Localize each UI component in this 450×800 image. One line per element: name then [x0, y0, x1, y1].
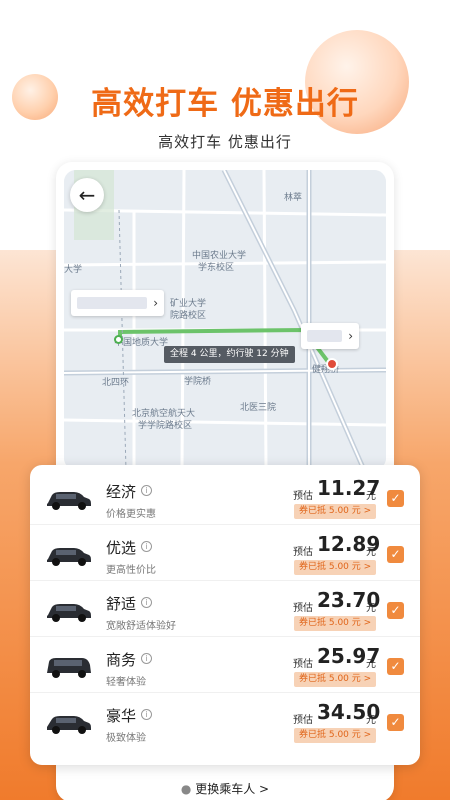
- end-location-box[interactable]: ›: [301, 323, 359, 349]
- hero-subline: 高效打车 优惠出行: [158, 133, 292, 151]
- coupon-badge[interactable]: 券已抵 5.00 元 >: [294, 560, 377, 575]
- ride-option-luxury[interactable]: 豪华 i 极致体验 预估 34.50 元 券已抵 5.00 元 > ✓: [30, 693, 420, 749]
- price-unit: 元: [366, 603, 376, 614]
- chevron-right-icon: ›: [153, 296, 158, 310]
- ride-checkbox[interactable]: ✓: [387, 658, 404, 675]
- ride-name: 舒适: [106, 595, 137, 613]
- map-label: 大学: [64, 265, 83, 275]
- map-label: 林萃: [284, 193, 303, 203]
- map-label: 学院桥: [184, 377, 212, 387]
- hero-headline: 高效打车 优惠出行: [91, 86, 359, 122]
- user-icon: ●: [180, 782, 192, 796]
- ride-option-economy[interactable]: 经济 i 价格更实惠 预估 11.27 元 券已抵 5.00 元 > ✓: [30, 469, 420, 525]
- ride-desc: 价格更实惠: [106, 509, 156, 520]
- ride-desc: 宽敞舒适体验好: [106, 621, 176, 632]
- price-unit: 元: [366, 547, 376, 558]
- route-summary: 全程 4 公里，约行驶 12 分钟: [164, 346, 295, 363]
- change-passenger-link[interactable]: ● 更换乘车人 >: [0, 780, 450, 797]
- info-icon[interactable]: i: [141, 653, 152, 664]
- estimate-label: 预估: [293, 659, 313, 670]
- ride-name: 豪华: [106, 707, 137, 725]
- map-label: 北四环: [102, 378, 130, 388]
- info-icon[interactable]: i: [141, 541, 152, 552]
- car-icon: [47, 716, 91, 734]
- ride-name: 优选: [106, 539, 137, 557]
- map-label: 北医三院: [240, 403, 277, 413]
- ride-option-comfort[interactable]: 舒适 i 宽敞舒适体验好 预估 23.70 元 券已抵 5.00 元 > ✓: [30, 581, 420, 637]
- estimate-label: 预估: [293, 603, 313, 614]
- start-location-box[interactable]: ›: [71, 290, 164, 316]
- price-unit: 元: [366, 659, 376, 670]
- coupon-badge[interactable]: 券已抵 5.00 元 >: [294, 616, 377, 631]
- coupon-badge[interactable]: 券已抵 5.00 元 >: [294, 504, 377, 519]
- ride-option-business[interactable]: 商务 i 轻奢体验 预估 25.97 元 券已抵 5.00 元 > ✓: [30, 637, 420, 693]
- end-location-text: [307, 330, 343, 342]
- map-label: 学东校区: [198, 263, 235, 273]
- back-button[interactable]: ←: [70, 178, 104, 212]
- ride-checkbox[interactable]: ✓: [387, 490, 404, 507]
- car-icon: [47, 604, 91, 622]
- estimate-label: 预估: [293, 715, 313, 726]
- info-icon[interactable]: i: [141, 709, 152, 720]
- change-passenger-label: 更换乘车人 >: [195, 782, 270, 796]
- map-label: 院路校区: [170, 311, 207, 321]
- start-location-text: [77, 297, 148, 309]
- ride-desc: 更高性价比: [106, 565, 156, 576]
- ride-name: 商务: [106, 651, 137, 669]
- ride-checkbox[interactable]: ✓: [387, 546, 404, 563]
- ride-desc: 轻奢体验: [106, 677, 146, 688]
- chevron-right-icon: ›: [348, 329, 353, 343]
- map-roads: [64, 170, 386, 470]
- ride-desc: 极致体验: [106, 733, 146, 744]
- ride-option-preferred[interactable]: 优选 i 更高性价比 预估 12.89 元 券已抵 5.00 元 > ✓: [30, 525, 420, 581]
- car-icon: [47, 548, 91, 566]
- car-icon: [47, 658, 91, 678]
- car-icon: [47, 492, 91, 510]
- start-marker-icon: [114, 335, 123, 344]
- estimate-label: 预估: [293, 491, 313, 502]
- ride-name: 经济: [106, 483, 137, 501]
- arrow-left-icon: ←: [78, 183, 96, 207]
- ride-options-card: 经济 i 价格更实惠 预估 11.27 元 券已抵 5.00 元 > ✓ 优选 …: [30, 465, 420, 765]
- map-label: 学学院路校区: [138, 421, 193, 431]
- coupon-badge[interactable]: 券已抵 5.00 元 >: [294, 672, 377, 687]
- price-unit: 元: [366, 491, 376, 502]
- destination-pin-icon: [326, 358, 338, 370]
- ride-checkbox[interactable]: ✓: [387, 714, 404, 731]
- estimate-label: 预估: [293, 547, 313, 558]
- info-icon[interactable]: i: [141, 485, 152, 496]
- price-unit: 元: [366, 715, 376, 726]
- info-icon[interactable]: i: [141, 597, 152, 608]
- map-view[interactable]: 林萃 中国农业大学 学东校区 矿业大学 院路校区 中国地质大学 北四环 学院桥 …: [64, 170, 386, 470]
- coupon-badge[interactable]: 券已抵 5.00 元 >: [294, 728, 377, 743]
- ride-checkbox[interactable]: ✓: [387, 602, 404, 619]
